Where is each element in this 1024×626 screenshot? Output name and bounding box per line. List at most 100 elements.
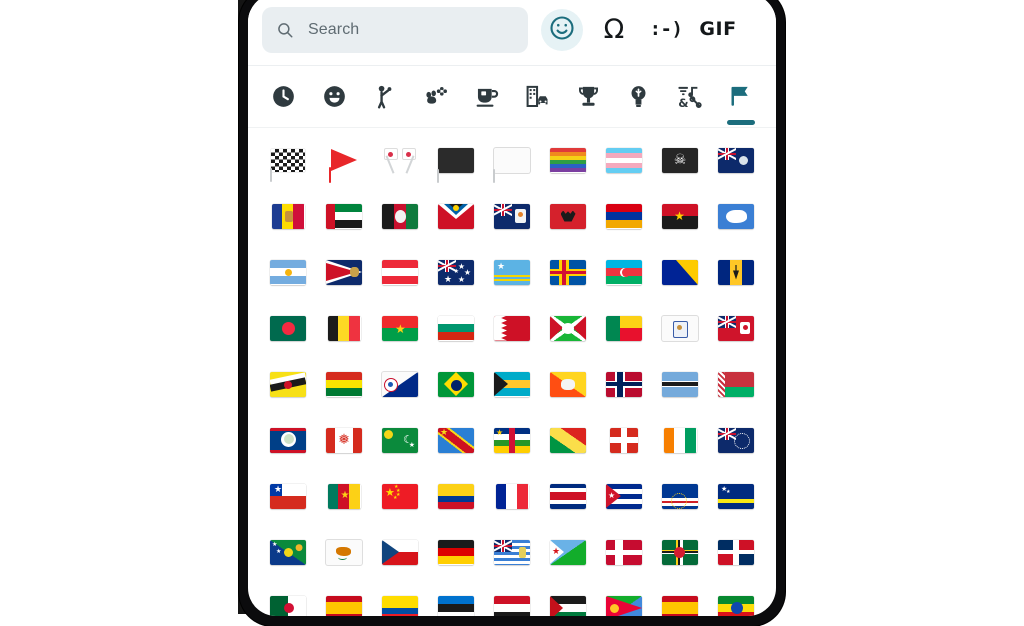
emoji-pirate-flag[interactable]: ☠ [652,132,708,188]
screen-backdrop: Search Ω:-) GIF & ☠ ★ ★ ★ ★ ★ ★ ★ ★ ❅ ☾… [0,0,1024,626]
category-tab-activities[interactable] [563,66,614,128]
emoji-flag-belize[interactable] [260,412,316,468]
emoji-rainbow-flag[interactable] [540,132,596,188]
emoji-flag-congo-kinshasa[interactable]: ★ [428,412,484,468]
emoji-flag-algeria[interactable] [260,580,316,616]
emoji-flag-aland-islands[interactable] [540,244,596,300]
emoji-white-flag[interactable] [484,132,540,188]
emoji-flag-costa-rica[interactable] [540,468,596,524]
emoji-flag-djibouti[interactable]: ★ [540,524,596,580]
category-tab-recent[interactable] [258,66,309,128]
emoji-flag-curacao[interactable]: ★ ★ [708,468,764,524]
category-tab-flags[interactable] [715,66,766,128]
emoji-flag-ascension-island[interactable] [708,132,764,188]
emoji-flag-czechia[interactable] [372,524,428,580]
emoji-flag-cote-divoire[interactable] [652,412,708,468]
emoji-flag-ecuador[interactable] [372,580,428,616]
emoji-flag-colombia[interactable] [428,468,484,524]
emoji-flag-germany[interactable] [428,524,484,580]
emoji-flag-argentina[interactable] [260,244,316,300]
emoji-flag-australia[interactable]: ★ ★ ★ ★ ★ [428,244,484,300]
emoji-flag-bosnia-herzegovina[interactable] [652,244,708,300]
emoji-flag-azerbaijan[interactable] [596,244,652,300]
emoji-flag-chile[interactable]: ★ [260,468,316,524]
mode-button-gif[interactable]: GIF [692,8,744,52]
emoji-flag-barbados[interactable] [708,244,764,300]
mode-button-emoticons[interactable]: :-) [640,8,692,52]
emoji-flag-belarus[interactable] [708,356,764,412]
emoji-flag-belgium[interactable] [316,300,372,356]
emoji-chequered-flag[interactable] [260,132,316,188]
emoji-flag-egypt[interactable] [484,580,540,616]
emoji-flag-afghanistan[interactable] [372,188,428,244]
emoji-flag-clipperton-island[interactable] [484,468,540,524]
emoji-flag-cuba[interactable]: ★ [596,468,652,524]
emoji-flag-caribbean-netherlands[interactable] [372,356,428,412]
emoji-flag-american-samoa[interactable] [316,244,372,300]
emoji-flag-bolivia[interactable] [316,356,372,412]
emoji-flag-congo-brazzaville[interactable] [540,412,596,468]
mode-button-emoji[interactable] [536,8,588,52]
emoji-flag-albania[interactable] [540,188,596,244]
search-input[interactable]: Search [262,6,528,53]
emoji-flag-armenia[interactable] [596,188,652,244]
emoji-flag-st-barthelemy[interactable] [652,300,708,356]
emoji-flag-benin[interactable] [596,300,652,356]
emoji-triangular-flag[interactable] [316,132,372,188]
emoji-flag-bahrain[interactable] [484,300,540,356]
emoji-flag-cameroon[interactable]: ★ [316,468,372,524]
emoji-black-flag[interactable] [428,132,484,188]
category-tab-people[interactable] [360,66,411,128]
emoji-flag-central-african-republic[interactable]: ★ [484,412,540,468]
emoji-flag-dominican-republic[interactable] [708,524,764,580]
emoji-flag-cook-islands[interactable] [708,412,764,468]
emoji-flag-christmas-island[interactable]: ★ ★ ● [260,524,316,580]
emoji-flag-china[interactable]: ★ ★ ★ ★ ★ [372,468,428,524]
emoji-flag-denmark[interactable] [596,524,652,580]
emoji-flag-dominica[interactable] [652,524,708,580]
emoji-flag-switzerland[interactable] [596,412,652,468]
emoji-flag-bermuda[interactable] [708,300,764,356]
emoji-flag-estonia[interactable] [428,580,484,616]
emoji-flag-anguilla[interactable] [484,188,540,244]
emoji-flag-bouvet-island[interactable] [596,356,652,412]
emoji-flag-ethiopia[interactable] [708,580,764,616]
paw-flower-icon [426,86,448,104]
emoji-flag-antarctica[interactable] [708,188,764,244]
emoji-crossed-flags[interactable] [372,132,428,188]
emoji-flag-canada[interactable]: ❅ [316,412,372,468]
emoji-flag-brazil[interactable] [428,356,484,412]
emoji-flag-austria[interactable] [372,244,428,300]
emoji-flag-aruba[interactable]: ★ [484,244,540,300]
emoji-flag-andorra[interactable] [260,188,316,244]
category-tab-symbols[interactable]: & [664,66,715,128]
emoji-row: ❅ ☾ ★ ★ ★ [260,412,764,468]
emoji-flag-eritrea[interactable] [596,580,652,616]
emoji-flag-united-arab-emirates[interactable] [316,188,372,244]
emoji-flag-botswana[interactable] [652,356,708,412]
emoji-flag-western-sahara[interactable] [540,580,596,616]
category-tab-nature[interactable] [410,66,461,128]
category-tab-travel[interactable] [512,66,563,128]
smiley-face-icon [548,14,576,46]
emoji-flag-bahamas[interactable] [484,356,540,412]
emoji-flag-angola[interactable]: ★ [652,188,708,244]
emoji-flag-bhutan[interactable] [540,356,596,412]
category-tab-objects[interactable] [614,66,665,128]
emoji-flag-burundi[interactable] [540,300,596,356]
emoji-flag-diego-garcia[interactable] [484,524,540,580]
emoji-flag-bulgaria[interactable] [428,300,484,356]
emoji-flag-ceuta-melilla[interactable] [316,580,372,616]
category-tab-food[interactable] [461,66,512,128]
emoji-flag-cyprus[interactable] [316,524,372,580]
emoji-flag-burkina-faso[interactable]: ★ [372,300,428,356]
emoji-flag-bangladesh[interactable] [260,300,316,356]
mode-button-symbols[interactable]: Ω [588,8,640,52]
emoji-flag-brunei[interactable] [260,356,316,412]
emoji-transgender-flag[interactable] [596,132,652,188]
emoji-flag-antigua-barbuda[interactable] [428,188,484,244]
emoji-flag-cape-verde[interactable] [652,468,708,524]
category-tab-emotions[interactable] [309,66,360,128]
emoji-flag-cocos-islands[interactable]: ☾ ★ [372,412,428,468]
emoji-flag-spain[interactable] [652,580,708,616]
